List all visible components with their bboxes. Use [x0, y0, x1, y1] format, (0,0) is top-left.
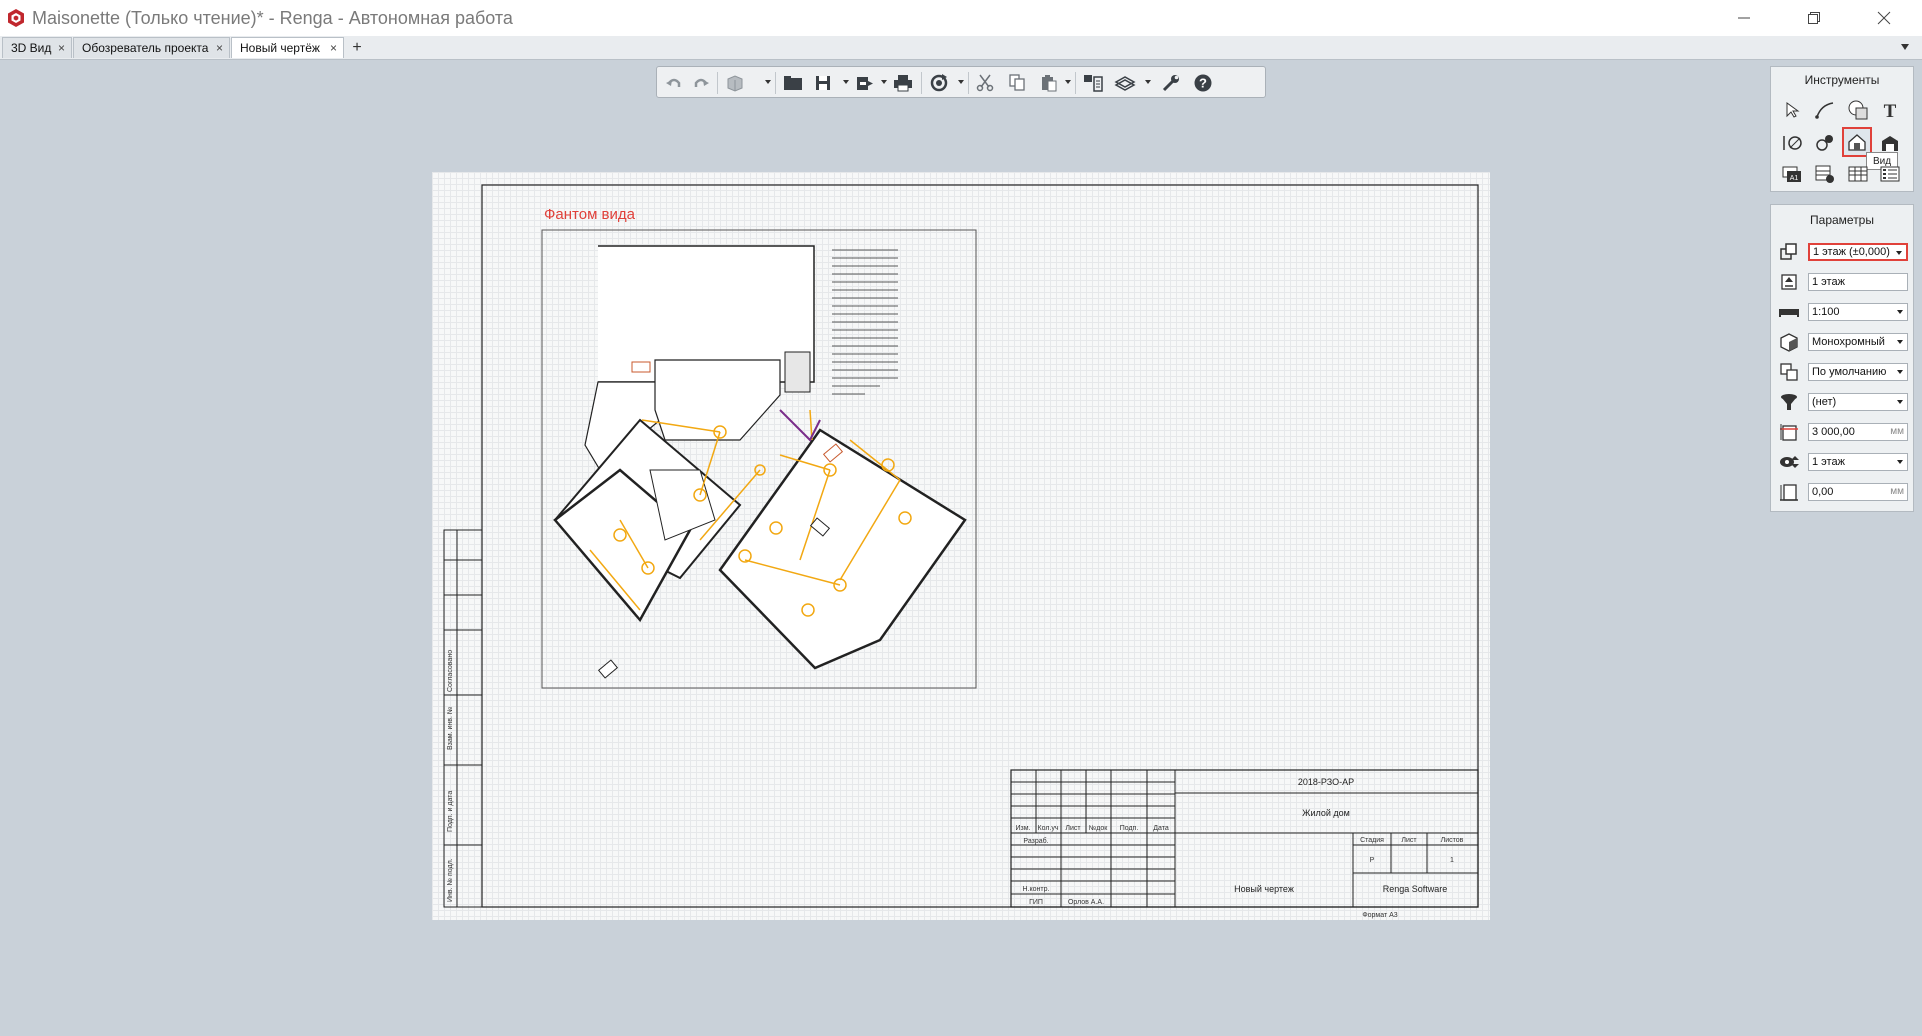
col-header-docnum: №док	[1089, 825, 1108, 832]
grid-table-tool[interactable]	[1846, 162, 1870, 186]
col-header-count: Кол.уч	[1038, 825, 1059, 832]
hatch-tool[interactable]	[1846, 98, 1870, 122]
sheets-header: Листов	[1441, 837, 1464, 844]
drawing-canvas: Согласовано Взам. инв. № Подп. и дата Ин…	[443, 184, 1479, 919]
sheet-a1-tool[interactable]: A1	[1780, 162, 1804, 186]
doc-code: 2018-РЗО-АР	[1298, 777, 1354, 787]
dimension-icon	[1783, 136, 1802, 150]
row-developed: Разраб.	[1023, 837, 1048, 845]
view-level-value: 1 этаж (±0,000)	[1813, 246, 1890, 258]
section-icon	[1882, 136, 1898, 151]
sheet-name: Новый чертеж	[1234, 884, 1294, 894]
col-header-sign: Подп.	[1120, 825, 1139, 832]
side-stamp-sign-date: Подп. и дата	[447, 791, 454, 832]
company-name: Renga Software	[1383, 884, 1448, 894]
offset-icon	[1780, 484, 1798, 501]
project-name: Жилой дом	[1302, 808, 1350, 818]
visibility-value: 1 этаж	[1812, 456, 1845, 468]
title-block: 2018-РЗО-АР Жилой дом Новый чертеж Renga…	[1010, 769, 1479, 919]
stage-value: Р	[1370, 857, 1375, 864]
cut-height-icon	[1780, 424, 1798, 441]
offset-unit: мм	[1890, 486, 1904, 497]
scale-select[interactable]: 1:100	[1808, 303, 1908, 321]
select-tool[interactable]	[1780, 98, 1804, 122]
col-header-sheet: Лист	[1065, 825, 1081, 832]
col-header-change: Изм.	[1016, 825, 1031, 832]
table-icon	[1815, 165, 1834, 183]
text-tool[interactable]: T	[1878, 98, 1902, 122]
gip-name: Орлов А.А.	[1068, 899, 1104, 906]
cut-height-field[interactable]: 3 000,00 мм	[1808, 423, 1908, 441]
col-header-date: Дата	[1153, 825, 1169, 832]
scale-value: 1:100	[1812, 306, 1840, 318]
view-phantom-label: Фантом вида	[544, 206, 635, 223]
view-icon	[1848, 134, 1866, 151]
side-stamp-inventory: Инв. № подл.	[447, 858, 454, 902]
text-icon: T	[1884, 101, 1897, 120]
elevation-icon	[1816, 135, 1833, 151]
level-name-field[interactable]: 1 этаж	[1808, 273, 1908, 291]
view-style-value: По умолчанию	[1812, 366, 1887, 378]
visibility-select[interactable]: 1 этаж	[1808, 453, 1908, 471]
sheets-value: 1	[1450, 857, 1454, 864]
display-style-select[interactable]: Монохромный	[1808, 333, 1908, 351]
params-panel-title: Параметры	[1810, 213, 1874, 227]
elevation-tool[interactable]	[1813, 131, 1837, 155]
cut-height-value: 3 000,00	[1812, 426, 1855, 438]
tools-panel-title: Инструменты	[1804, 73, 1880, 87]
select-icon	[1786, 102, 1800, 118]
sheet-a1-icon: A1	[1782, 166, 1801, 182]
floor-plan[interactable]	[553, 245, 967, 679]
side-stamp-approved: Согласовано	[447, 650, 454, 692]
side-stamp: Согласовано Взам. инв. № Подп. и дата Ин…	[443, 529, 483, 908]
display-style-value: Монохромный	[1812, 336, 1885, 348]
sheet-header: Лист	[1401, 837, 1417, 844]
dimension-tool[interactable]	[1780, 131, 1804, 155]
filter-icon	[1781, 394, 1797, 410]
view-level-select[interactable]: 1 этаж (±0,000)	[1808, 243, 1908, 261]
offset-value: 0,00	[1812, 486, 1834, 498]
spec-tool[interactable]	[1878, 162, 1902, 186]
side-stamp-replaces: Взам. инв. №	[447, 707, 454, 750]
svg-text:T: T	[1884, 101, 1897, 120]
scale-icon	[1779, 309, 1799, 317]
format-label: Формат А3	[1362, 912, 1397, 919]
view-style-select[interactable]: По умолчанию	[1808, 363, 1908, 381]
svg-text:A1: A1	[1790, 175, 1799, 182]
cut-height-unit: мм	[1890, 426, 1904, 437]
grid-table-icon	[1848, 166, 1868, 182]
spec-icon	[1880, 166, 1900, 182]
display-style-icon	[1780, 333, 1798, 352]
offset-field[interactable]: 0,00 мм	[1808, 483, 1908, 501]
hatch-icon	[1848, 100, 1868, 120]
filter-select[interactable]: (нет)	[1808, 393, 1908, 411]
row-norm-control: Н.контр.	[1023, 886, 1050, 893]
filter-value: (нет)	[1812, 396, 1837, 408]
view-level-icon	[1780, 243, 1797, 260]
level-name-value: 1 этаж	[1812, 276, 1845, 288]
stage-header: Стадия	[1360, 837, 1384, 844]
row-gip: ГИП	[1029, 899, 1043, 906]
view-style-icon	[1780, 363, 1798, 381]
level-name-icon	[1781, 274, 1797, 290]
table-tool[interactable]	[1813, 162, 1837, 186]
line-icon	[1815, 102, 1834, 119]
line-tool[interactable]	[1813, 98, 1837, 122]
visibility-icon	[1780, 456, 1799, 468]
